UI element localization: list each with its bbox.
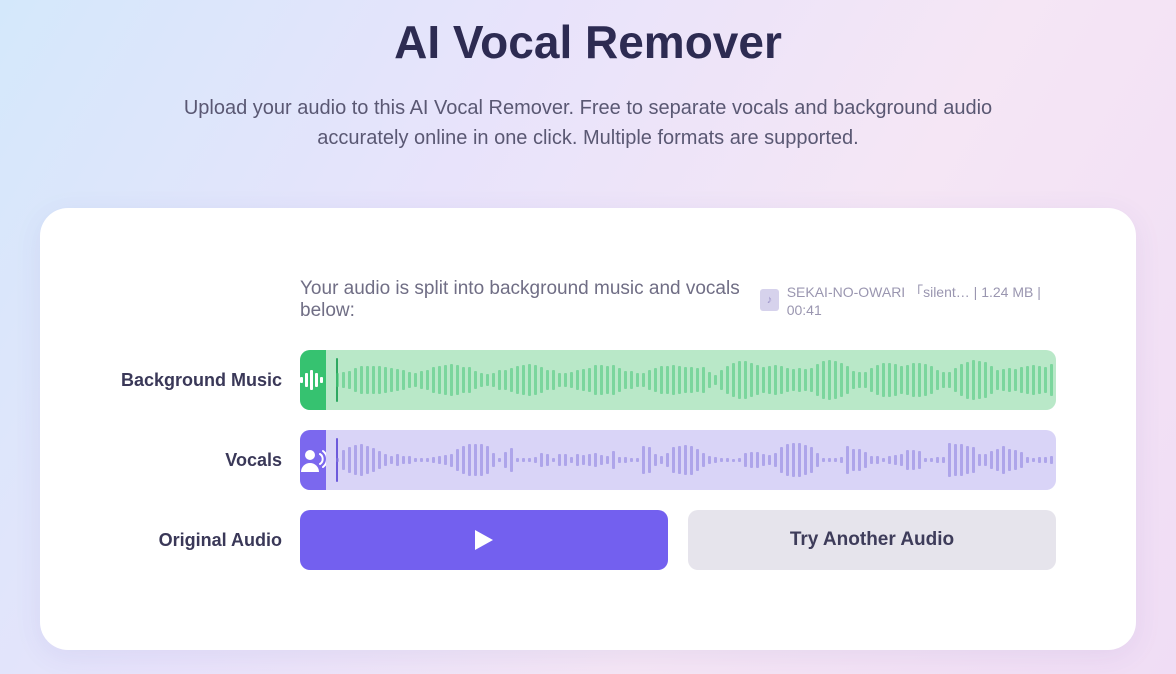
vocals-label: Vocals: [120, 450, 300, 471]
vocals-track: [300, 430, 1056, 490]
play-original-button[interactable]: [300, 510, 668, 570]
file-info: SEKAI-NO-OWARI 「silent… | 1.24 MB | 00:4…: [760, 282, 1056, 318]
page-description: Upload your audio to this AI Vocal Remov…: [163, 93, 1013, 153]
try-another-button[interactable]: Try Another Audio: [688, 510, 1056, 570]
music-file-icon: [760, 289, 778, 311]
split-message: Your audio is split into background musi…: [300, 278, 760, 322]
result-card: Your audio is split into background musi…: [40, 208, 1136, 650]
page-title: AI Vocal Remover: [40, 15, 1136, 69]
vocals-waveform[interactable]: [326, 430, 1056, 490]
file-meta: SEKAI-NO-OWARI 「silent… | 1.24 MB | 00:4…: [787, 282, 1056, 318]
original-audio-label: Original Audio: [120, 530, 300, 551]
waveform-icon: [300, 350, 326, 410]
background-waveform[interactable]: [326, 350, 1056, 410]
voice-icon: [300, 430, 326, 490]
background-music-track: [300, 350, 1056, 410]
background-music-label: Background Music: [120, 370, 300, 391]
